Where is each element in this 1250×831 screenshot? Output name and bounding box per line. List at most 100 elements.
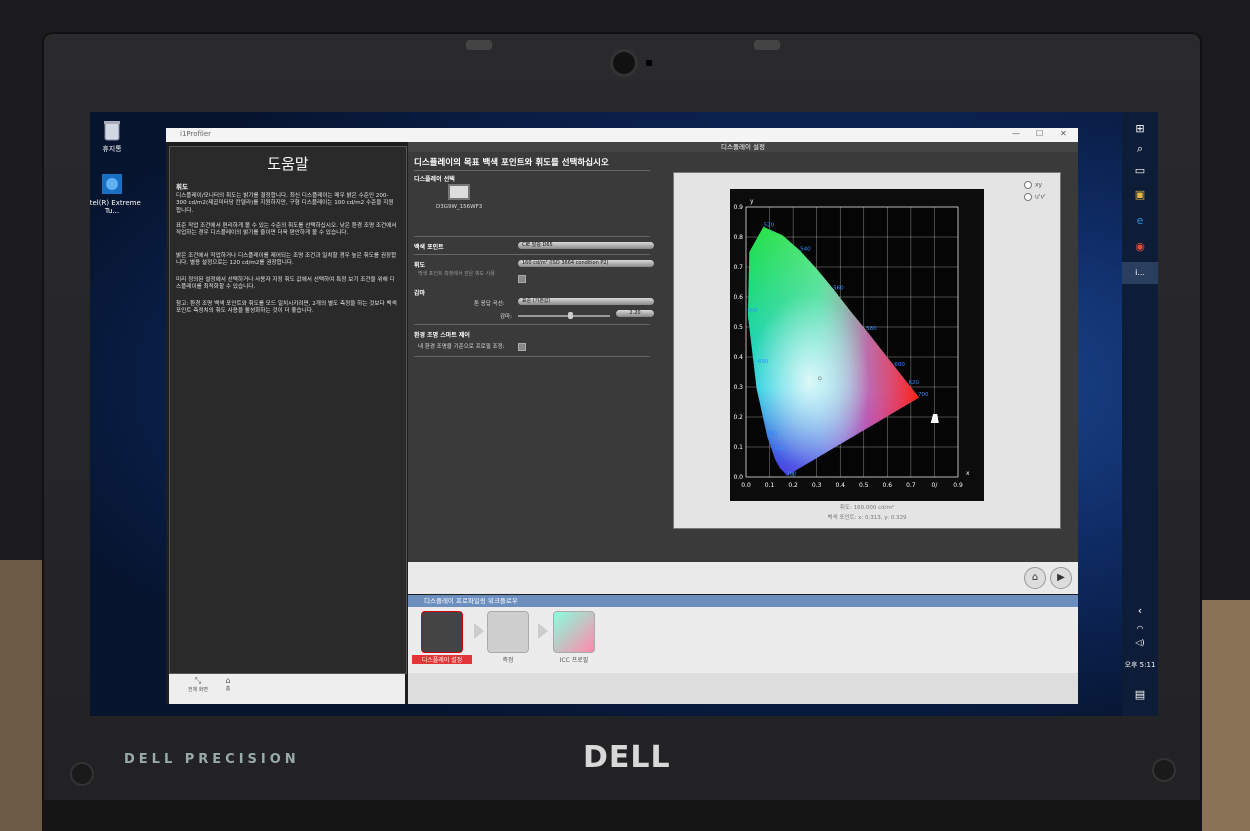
x-tick-label: 0.1 <box>765 482 775 489</box>
divider <box>414 254 650 255</box>
divider <box>414 170 650 171</box>
main-header: 디스플레이 설정 <box>408 142 1078 152</box>
next-button[interactable]: ▶ <box>1050 567 1072 589</box>
x-tick-label: 0.3 <box>812 482 822 489</box>
gamma-stepper[interactable]: 2.20 <box>616 310 654 317</box>
windows-start-icon[interactable]: ⊞ <box>1122 118 1158 140</box>
screw-left <box>72 764 92 784</box>
ambient-checkbox-label: 내 환경 조명을 기준으로 프로필 조정: <box>418 344 505 350</box>
y-tick-label: 0.4 <box>733 354 743 361</box>
notification-icon[interactable]: ▤ <box>1122 684 1158 706</box>
help-paragraph: 참고: 환경 조명 백색 포인트와 휘도를 모드 일치시키려면, 2개의 별도 … <box>176 301 397 315</box>
wavelength-label: 500 <box>747 308 758 314</box>
expand-icon: ⤡ <box>194 676 202 685</box>
home-icon: ⌂ <box>225 676 231 685</box>
gamma-label: 감마 <box>414 290 426 297</box>
home-link-button[interactable]: ⌂ 홈 <box>213 676 243 692</box>
x-tick-label: 0.0 <box>741 482 751 489</box>
fullscreen-button[interactable]: ⤡ 전체 화면 <box>183 676 213 693</box>
recycle-bin-icon <box>100 118 124 142</box>
display-select-label: 디스플레이 선택 <box>414 176 455 183</box>
y-tick-label: 0.6 <box>733 294 743 301</box>
step-display-settings[interactable]: 디스플레이 설정 <box>412 609 472 665</box>
divider <box>414 324 650 325</box>
step-measure[interactable]: 측정 <box>478 611 538 664</box>
step-icc-profile[interactable]: ICC 프로필 <box>544 611 604 664</box>
desktop-icon-recycle-bin[interactable]: 휴지통 <box>90 118 142 153</box>
play-icon: ▶ <box>1057 572 1065 583</box>
intel-app-icon <box>100 172 124 196</box>
help-paragraph: 밝은 조건에서 작업하거나 디스플레이를 제어되는 조명 조건과 일치할 경우 … <box>176 253 397 267</box>
search-icon[interactable]: ⌕ <box>1122 138 1158 160</box>
wavelength-label: 520 <box>764 223 775 229</box>
desk-surface-left <box>0 560 42 831</box>
wavelength-label: 480 <box>767 431 778 437</box>
help-title: 도움말 <box>267 155 309 173</box>
dell-logo: DELL <box>583 740 671 775</box>
y-axis-label: y <box>750 198 754 205</box>
bezel-hinge-right <box>754 40 780 50</box>
wavelength-label: 540 <box>800 247 811 253</box>
webcam <box>613 52 635 74</box>
radio-xy-label: xy <box>1035 181 1043 189</box>
taskbar-app-label: i... <box>1135 268 1145 277</box>
x-tick-label: 0.7 <box>906 482 916 489</box>
i1profiler-window: i1Profiler — ☐ ✕ 도움말 휘도 디스플레이/모니터의 휘도는 밝… <box>166 128 1078 704</box>
radio-xy[interactable]: xy <box>1024 181 1042 189</box>
workflow-header: 디스플레이 프로파일링 워크플로우 <box>408 595 1078 607</box>
screw-right <box>1154 760 1174 780</box>
step-label: ICC 프로필 <box>559 657 589 664</box>
chrome-icon[interactable]: ◉ <box>1122 236 1158 258</box>
wavelength-label: 620 <box>909 380 920 386</box>
y-tick-label: 0.0 <box>733 474 743 481</box>
step-label: 디스플레이 설정 <box>412 655 472 664</box>
display-name: D3G9W_156WF3 <box>436 204 483 210</box>
whitepoint-dropdown[interactable]: CIE 발광 D65 <box>518 242 654 249</box>
file-explorer-icon[interactable]: ▣ <box>1122 184 1158 206</box>
wavelength-label: 380 <box>786 472 797 478</box>
maximize-button[interactable]: ☐ <box>1036 129 1043 138</box>
display-settings-panel: 디스플레이 설정 디스플레이의 목표 백색 포인트와 휘도를 선택하십시오 디스… <box>408 142 1078 562</box>
window-titlebar[interactable]: i1Profiler — ☐ ✕ <box>166 128 1078 142</box>
volume-icon[interactable]: ◁) <box>1122 632 1158 654</box>
desktop-icon-intel[interactable]: Intel(R) Extreme Tu... <box>90 172 142 215</box>
close-button[interactable]: ✕ <box>1060 129 1067 138</box>
gamma-slider[interactable] <box>518 315 610 317</box>
help-panel: 도움말 휘도 디스플레이/모니터의 휘도는 밝기를 결정합니다. 최신 디스플레… <box>169 146 407 674</box>
minimize-button[interactable]: — <box>1012 129 1020 138</box>
gamma-value-label: 감마: <box>500 314 512 320</box>
radio-uv[interactable]: u'v' <box>1024 193 1046 201</box>
desktop-icon-label: Intel(R) Extreme Tu... <box>90 199 141 215</box>
radio-uv-label: u'v' <box>1035 193 1046 201</box>
task-view-icon[interactable]: ▭ <box>1122 160 1158 182</box>
luminance-checkbox[interactable] <box>518 275 526 283</box>
taskbar: ⊞ ⌕ ▭ ▣ e ◉ i... ‹ ◠ ◁) 오후 5:11 ▤ <box>1122 112 1158 716</box>
wavelength-label: 470 <box>774 446 785 452</box>
help-paragraph: 미리 정의된 설정에서 선택하거나 사용자 지정 휘도 값에서 선택하여 특정 … <box>176 277 395 291</box>
taskbar-clock[interactable]: 오후 5:11 <box>1122 660 1158 670</box>
monitor-icon[interactable] <box>448 184 470 200</box>
tone-curve-dropdown[interactable]: 표준 (기본값) <box>518 298 654 305</box>
screen: 휴지통 Intel(R) Extreme Tu... ⊞ ⌕ ▭ ▣ e ◉ i… <box>90 112 1158 716</box>
webcam-led <box>646 60 652 66</box>
display-settings-icon <box>421 611 463 653</box>
measure-icon <box>487 611 529 653</box>
y-tick-label: 0.3 <box>733 384 743 391</box>
taskbar-app-i1profiler[interactable]: i... <box>1122 262 1158 284</box>
wavelength-label: 580 <box>866 326 877 332</box>
luminance-dropdown[interactable]: 160 cd/m² (ISO 3664 condition P2) <box>518 260 654 267</box>
x-tick-label: 0.4 <box>835 482 845 489</box>
wavelength-label: 560 <box>833 286 844 292</box>
whitepoint-caption: 백색 포인트: x: 0.313, y: 0.329 <box>827 515 907 521</box>
navigation-bar: ⌂ ▶ <box>408 562 1078 594</box>
fullscreen-label: 전체 화면 <box>188 687 208 693</box>
x-tick-label: 0/ <box>932 482 939 489</box>
bezel-hinge-left <box>466 40 492 50</box>
y-tick-label: 0.5 <box>733 324 743 331</box>
edge-icon[interactable]: e <box>1122 210 1158 232</box>
home-button[interactable]: ⌂ <box>1024 567 1046 589</box>
ambient-checkbox[interactable] <box>518 343 526 351</box>
gamma-slider-handle[interactable] <box>568 312 573 319</box>
laptop-brand-text: DELL PRECISION <box>124 752 300 767</box>
y-tick-label: 0.2 <box>733 414 743 421</box>
